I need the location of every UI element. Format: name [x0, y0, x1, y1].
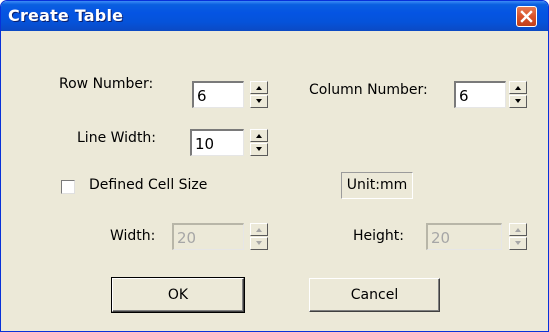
line-width-input[interactable]: 10 — [190, 129, 244, 156]
cell-height-label: Height: — [353, 228, 404, 244]
column-number-up-button[interactable] — [509, 81, 527, 94]
cell-width-label: Width: — [110, 228, 156, 244]
arrow-up-icon — [256, 228, 262, 232]
close-icon — [520, 10, 533, 23]
line-width-spinner[interactable] — [250, 129, 268, 156]
cell-width-spinner[interactable] — [250, 223, 268, 250]
arrow-up-icon — [515, 86, 521, 90]
cell-width-down-button[interactable] — [250, 237, 268, 250]
row-number-spinner[interactable] — [250, 81, 268, 108]
cell-height-down-button[interactable] — [509, 237, 527, 250]
row-number-down-button[interactable] — [250, 95, 268, 108]
arrow-up-icon — [256, 134, 262, 138]
arrow-down-icon — [256, 147, 262, 151]
dialog-body: Row Number: 6 Column Number: 6 Line Widt… — [4, 31, 545, 329]
defined-cell-size-checkbox[interactable] — [61, 180, 75, 194]
line-width-up-button[interactable] — [250, 129, 268, 142]
cell-width-up-button[interactable] — [250, 223, 268, 236]
line-width-down-button[interactable] — [250, 143, 268, 156]
cancel-button[interactable]: Cancel — [309, 278, 440, 312]
close-button[interactable] — [516, 6, 537, 27]
ok-button[interactable]: OK — [111, 277, 245, 313]
column-number-label: Column Number: — [309, 82, 428, 98]
cell-height-spinner[interactable] — [509, 223, 527, 250]
arrow-down-icon — [515, 99, 521, 103]
arrow-up-icon — [515, 228, 521, 232]
column-number-down-button[interactable] — [509, 95, 527, 108]
cell-height-up-button[interactable] — [509, 223, 527, 236]
arrow-down-icon — [256, 241, 262, 245]
row-number-label: Row Number: — [59, 76, 154, 92]
cancel-button-label: Cancel — [350, 287, 399, 303]
arrow-down-icon — [256, 99, 262, 103]
column-number-spinner[interactable] — [509, 81, 527, 108]
unit-label: Unit:mm — [341, 172, 413, 199]
cell-width-input[interactable]: 20 — [172, 223, 244, 250]
line-width-label: Line Width: — [77, 130, 157, 146]
dialog-title: Create Table — [8, 6, 124, 25]
ok-button-label: OK — [167, 287, 189, 303]
cell-height-input[interactable]: 20 — [426, 223, 502, 250]
create-table-dialog: Create Table Row Number: 6 Column Number… — [0, 0, 549, 332]
defined-cell-size-label[interactable]: Defined Cell Size — [89, 177, 207, 193]
arrow-down-icon — [515, 241, 521, 245]
column-number-input[interactable]: 6 — [454, 81, 506, 108]
row-number-up-button[interactable] — [250, 81, 268, 94]
arrow-up-icon — [256, 86, 262, 90]
row-number-input[interactable]: 6 — [192, 81, 244, 108]
title-bar[interactable]: Create Table — [1, 1, 548, 31]
